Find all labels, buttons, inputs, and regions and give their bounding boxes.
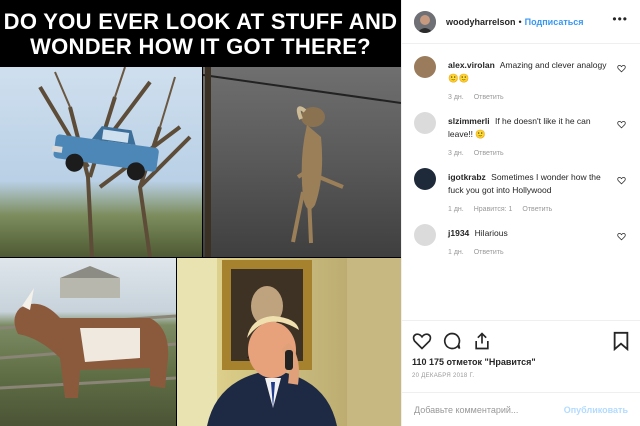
comment-input[interactable] <box>414 404 564 415</box>
meme-caption-line-2: WONDER HOW IT GOT THERE? <box>30 33 371 59</box>
publish-button[interactable]: Опубликовать <box>564 405 628 415</box>
post-header: woodyharrelson • Подписаться ••• <box>402 0 640 44</box>
commenter-username[interactable]: alex.virolan <box>448 60 495 70</box>
commenter-username[interactable]: igotkrabz <box>448 172 486 182</box>
comment-body: igotkrabz Sometimes I wonder how the fuc… <box>448 166 614 197</box>
comment-body: j1934 Hilarious <box>448 222 614 240</box>
reply-button[interactable]: Ответить <box>474 249 504 256</box>
share-icon[interactable] <box>472 331 492 351</box>
comment-likes-count[interactable]: Нравится: 1 <box>474 206 513 213</box>
like-comment-heart-icon[interactable] <box>617 232 626 241</box>
man-on-phone-photo <box>177 258 401 426</box>
post-sidebar: woodyharrelson • Подписаться ••• alex.vi… <box>401 0 640 426</box>
truck-in-tree-photo <box>0 67 202 257</box>
comment-item: igotkrabz Sometimes I wonder how the fuc… <box>402 166 640 214</box>
comment-time: 3 дн. <box>448 150 464 157</box>
more-options-icon[interactable]: ••• <box>612 12 628 26</box>
comment-bubble-icon[interactable] <box>442 331 462 351</box>
follow-button[interactable]: Подписаться <box>525 17 584 27</box>
like-heart-icon[interactable] <box>412 331 432 351</box>
reply-button[interactable]: Ответить <box>474 150 504 157</box>
header-separator: • <box>518 16 522 27</box>
author-avatar[interactable] <box>414 10 436 33</box>
post-image[interactable]: DO YOU EVER LOOK AT STUFF AND WONDER HOW… <box>0 0 401 426</box>
like-comment-heart-icon[interactable] <box>617 120 626 129</box>
comment-meta: 3 дн. Ответить <box>448 150 614 157</box>
ram-on-wire-photo <box>203 67 401 257</box>
comment-text: Hilarious <box>474 228 508 238</box>
commenter-username[interactable]: slzimmerli <box>448 116 490 126</box>
comment-body: alex.virolan Amazing and clever analogy🙂… <box>448 54 614 85</box>
reply-button[interactable]: Ответить <box>522 206 552 213</box>
comment-item: j1934 Hilarious 1 дн. Ответить <box>402 222 640 270</box>
likes-count[interactable]: 110 175 отметок "Нравится" <box>412 357 630 367</box>
like-comment-heart-icon[interactable] <box>617 64 626 73</box>
reply-button[interactable]: Ответить <box>474 94 504 101</box>
post-actions: 110 175 отметок "Нравится" 20 ДЕКАБРЯ 20… <box>402 320 640 392</box>
action-icons <box>412 329 630 353</box>
add-comment-bar: Опубликовать <box>402 392 640 426</box>
commenter-avatar[interactable] <box>414 112 436 134</box>
meme-caption-line-1: DO YOU EVER LOOK AT STUFF AND <box>3 8 398 34</box>
horse-in-fence-photo <box>0 258 176 426</box>
comment-time: 1 дн. <box>448 206 464 213</box>
comment-item: alex.virolan Amazing and clever analogy🙂… <box>402 54 640 102</box>
comment-item: slzimmerli If he doesn't like it he can … <box>402 110 640 158</box>
like-comment-heart-icon[interactable] <box>617 176 626 185</box>
commenter-username[interactable]: j1934 <box>448 228 469 238</box>
post-date: 20 ДЕКАБРЯ 2018 Г. <box>412 373 475 379</box>
comment-meta: 1 дн. Нравится: 1 Ответить <box>448 206 614 213</box>
comments-list: alex.virolan Amazing and clever analogy🙂… <box>402 44 640 320</box>
commenter-avatar[interactable] <box>414 168 436 190</box>
comment-meta: 1 дн. Ответить <box>448 249 614 256</box>
bookmark-icon[interactable] <box>612 331 630 351</box>
comment-body: slzimmerli If he doesn't like it he can … <box>448 110 614 141</box>
comment-time: 3 дн. <box>448 94 464 101</box>
comment-meta: 3 дн. Ответить <box>448 94 614 101</box>
commenter-avatar[interactable] <box>414 224 436 246</box>
commenter-avatar[interactable] <box>414 56 436 78</box>
author-username[interactable]: woodyharrelson <box>446 17 516 27</box>
comment-time: 1 дн. <box>448 249 464 256</box>
meme-caption: DO YOU EVER LOOK AT STUFF AND WONDER HOW… <box>0 0 401 67</box>
